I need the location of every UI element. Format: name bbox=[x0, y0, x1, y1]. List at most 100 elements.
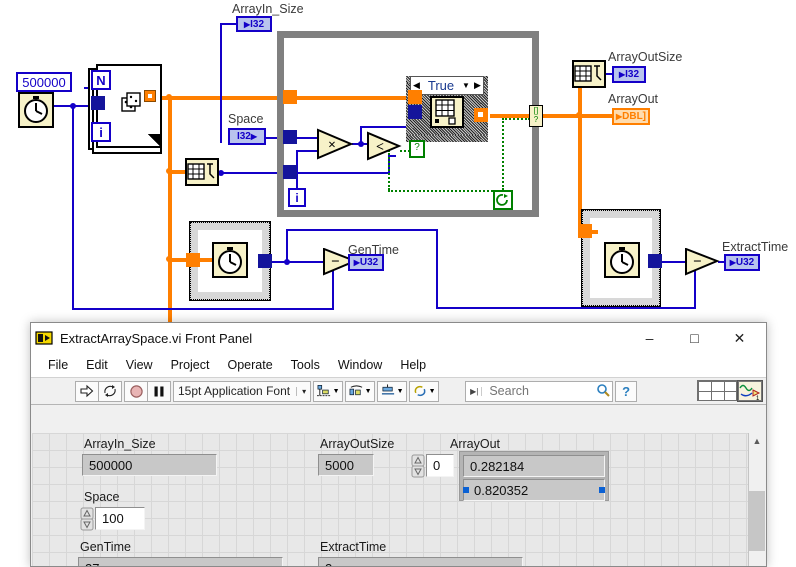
fp-spinner-space[interactable] bbox=[80, 507, 95, 531]
tick-count-node-1[interactable] bbox=[18, 92, 54, 128]
case-tunnel-index[interactable] bbox=[408, 105, 422, 119]
vertical-scrollbar[interactable]: ▲ bbox=[748, 433, 765, 566]
search-box[interactable]: ▶| bbox=[465, 380, 614, 402]
sequence2-output-tunnel[interactable] bbox=[648, 254, 662, 268]
front-panel-canvas[interactable]: ArrayIn_Size 500000 Space 100 GenTime 27… bbox=[32, 433, 765, 566]
align-objects-button[interactable]: ▼ bbox=[313, 380, 344, 402]
distribute-objects-button[interactable]: ▼ bbox=[345, 380, 376, 402]
terminal-arrayout[interactable]: ▶ DBL] bbox=[612, 108, 650, 125]
numeric-constant-500000[interactable]: 500000 bbox=[16, 72, 72, 92]
for-loop-iteration-terminal[interactable]: i bbox=[91, 122, 111, 142]
vi-icon-pane[interactable]: 1 bbox=[737, 380, 763, 402]
while-loop-tunnel-space[interactable] bbox=[283, 130, 297, 144]
scroll-up-arrow-icon[interactable]: ▲ bbox=[749, 433, 765, 449]
close-button[interactable]: ✕ bbox=[717, 324, 762, 353]
subtract-node-2[interactable]: − bbox=[684, 248, 720, 276]
case-next-arrow-icon[interactable]: ▶ bbox=[472, 80, 483, 91]
menu-bar[interactable]: File Edit View Project Operate Tools Win… bbox=[31, 353, 766, 377]
fp-array-element-1: 0.820352 bbox=[463, 479, 605, 501]
array-size-node-1[interactable] bbox=[185, 158, 219, 186]
font-selector[interactable]: 15pt Application Font ▾ bbox=[173, 380, 312, 402]
search-icon[interactable] bbox=[596, 383, 611, 400]
index-array-icon bbox=[435, 99, 456, 125]
case-output-tunnel[interactable] bbox=[474, 108, 488, 122]
selection-handle-right[interactable] bbox=[599, 487, 605, 493]
question-mark-icon: ? bbox=[622, 383, 631, 399]
menu-tools[interactable]: Tools bbox=[282, 356, 329, 374]
for-loop-shift-register[interactable] bbox=[91, 96, 105, 110]
sequence1-input-tunnel[interactable] bbox=[186, 253, 200, 267]
title-bar[interactable]: ExtractArraySpace.vi Front Panel – □ ✕ bbox=[31, 323, 766, 353]
fp-array-element-0: 0.282184 bbox=[463, 455, 605, 477]
selection-handle-left[interactable] bbox=[463, 487, 469, 493]
terminal-arrayin-size[interactable]: ▶ I32 bbox=[236, 16, 272, 32]
run-button[interactable] bbox=[76, 382, 98, 401]
while-loop-output-tunnel[interactable]: []? bbox=[529, 105, 543, 127]
search-scope-icon[interactable]: ▶| bbox=[470, 386, 483, 396]
reorder-button[interactable]: ▼ bbox=[409, 380, 440, 402]
wire-junction-2 bbox=[166, 168, 172, 174]
case-dropdown-caret-icon[interactable]: ▼ bbox=[460, 81, 472, 90]
index-array-node[interactable] bbox=[430, 96, 464, 128]
pause-button[interactable] bbox=[147, 381, 170, 401]
menu-operate[interactable]: Operate bbox=[218, 356, 281, 374]
fp-label-space: Space bbox=[84, 490, 120, 504]
wire-junction-blue-1 bbox=[70, 103, 76, 109]
label-arrayoutsize: ArrayOutSize bbox=[608, 50, 683, 64]
case-selector-value[interactable]: True bbox=[422, 78, 460, 93]
menu-edit[interactable]: Edit bbox=[77, 356, 117, 374]
array-size-node-2[interactable] bbox=[572, 60, 606, 88]
fp-array-index-value[interactable]: 0 bbox=[426, 454, 454, 477]
tick-count-node-3[interactable] bbox=[604, 242, 640, 278]
run-continuously-button[interactable] bbox=[98, 381, 121, 401]
minimize-button[interactable]: – bbox=[627, 324, 672, 353]
terminal-extracttime[interactable]: ▶ U32 bbox=[724, 254, 760, 271]
less-than-node[interactable]: < bbox=[366, 131, 402, 161]
continue-if-true-icon bbox=[496, 194, 508, 206]
wire-junction-4 bbox=[576, 112, 582, 118]
menu-help[interactable]: Help bbox=[391, 356, 435, 374]
while-loop-iteration-terminal[interactable]: i bbox=[288, 188, 306, 207]
while-loop-tunnel-array-in[interactable] bbox=[283, 90, 297, 104]
svg-text:−: − bbox=[331, 254, 340, 270]
toolbar[interactable]: 15pt Application Font ▾ ▼ ▼ ▼ ▼ ▶| Searc… bbox=[31, 377, 766, 405]
search-input[interactable] bbox=[487, 383, 592, 399]
menu-view[interactable]: View bbox=[117, 356, 162, 374]
while-loop-conditional-terminal[interactable] bbox=[493, 190, 513, 210]
case-tunnel-array-in[interactable] bbox=[408, 90, 422, 104]
abort-button[interactable] bbox=[125, 382, 147, 401]
menu-file[interactable]: File bbox=[39, 356, 77, 374]
multiply-node[interactable]: × bbox=[316, 128, 354, 160]
sequence2-input-tunnel[interactable] bbox=[578, 224, 592, 238]
for-loop-output-tunnel[interactable] bbox=[144, 90, 156, 102]
resize-objects-button[interactable]: ▼ bbox=[377, 380, 408, 402]
maximize-button[interactable]: □ bbox=[672, 324, 717, 353]
fp-label-arrayin-size: ArrayIn_Size bbox=[84, 437, 156, 451]
terminal-arrayin-size-type: I32 bbox=[250, 18, 265, 30]
connector-pane-area[interactable]: 1 bbox=[697, 380, 763, 402]
fp-array-index-spinner[interactable] bbox=[411, 454, 426, 478]
clock-icon bbox=[218, 247, 242, 274]
for-loop-count-terminal[interactable]: N bbox=[91, 70, 111, 90]
scrollbar-thumb[interactable] bbox=[749, 491, 765, 551]
connector-pane[interactable] bbox=[697, 380, 737, 401]
case-selector-terminal[interactable]: ? bbox=[409, 140, 425, 158]
terminal-extracttime-type: U32 bbox=[735, 257, 755, 268]
fp-control-space[interactable]: 100 bbox=[95, 507, 145, 530]
front-panel-window[interactable]: ExtractArraySpace.vi Front Panel – □ ✕ F… bbox=[30, 322, 767, 567]
abort-pause-group bbox=[124, 380, 171, 402]
wire-tick2-to-sub bbox=[264, 261, 326, 263]
while-loop-tunnel-size[interactable] bbox=[283, 165, 297, 179]
terminal-space[interactable]: I32 ▶ bbox=[228, 128, 266, 145]
font-dropdown-caret-icon[interactable]: ▾ bbox=[296, 386, 306, 396]
menu-window[interactable]: Window bbox=[329, 356, 391, 374]
terminal-gentime[interactable]: ▶ U32 bbox=[348, 254, 384, 271]
fp-indicator-extracttime: 2 bbox=[318, 557, 523, 566]
help-button[interactable]: ? bbox=[615, 380, 638, 402]
tick-count-node-2[interactable] bbox=[212, 242, 248, 278]
terminal-arrayoutsize[interactable]: ▶ I32 bbox=[612, 66, 646, 83]
label-extracttime: ExtractTime bbox=[722, 240, 789, 254]
menu-project[interactable]: Project bbox=[162, 356, 219, 374]
sequence1-output-tunnel[interactable] bbox=[258, 254, 272, 268]
array-size-icon bbox=[187, 163, 215, 180]
